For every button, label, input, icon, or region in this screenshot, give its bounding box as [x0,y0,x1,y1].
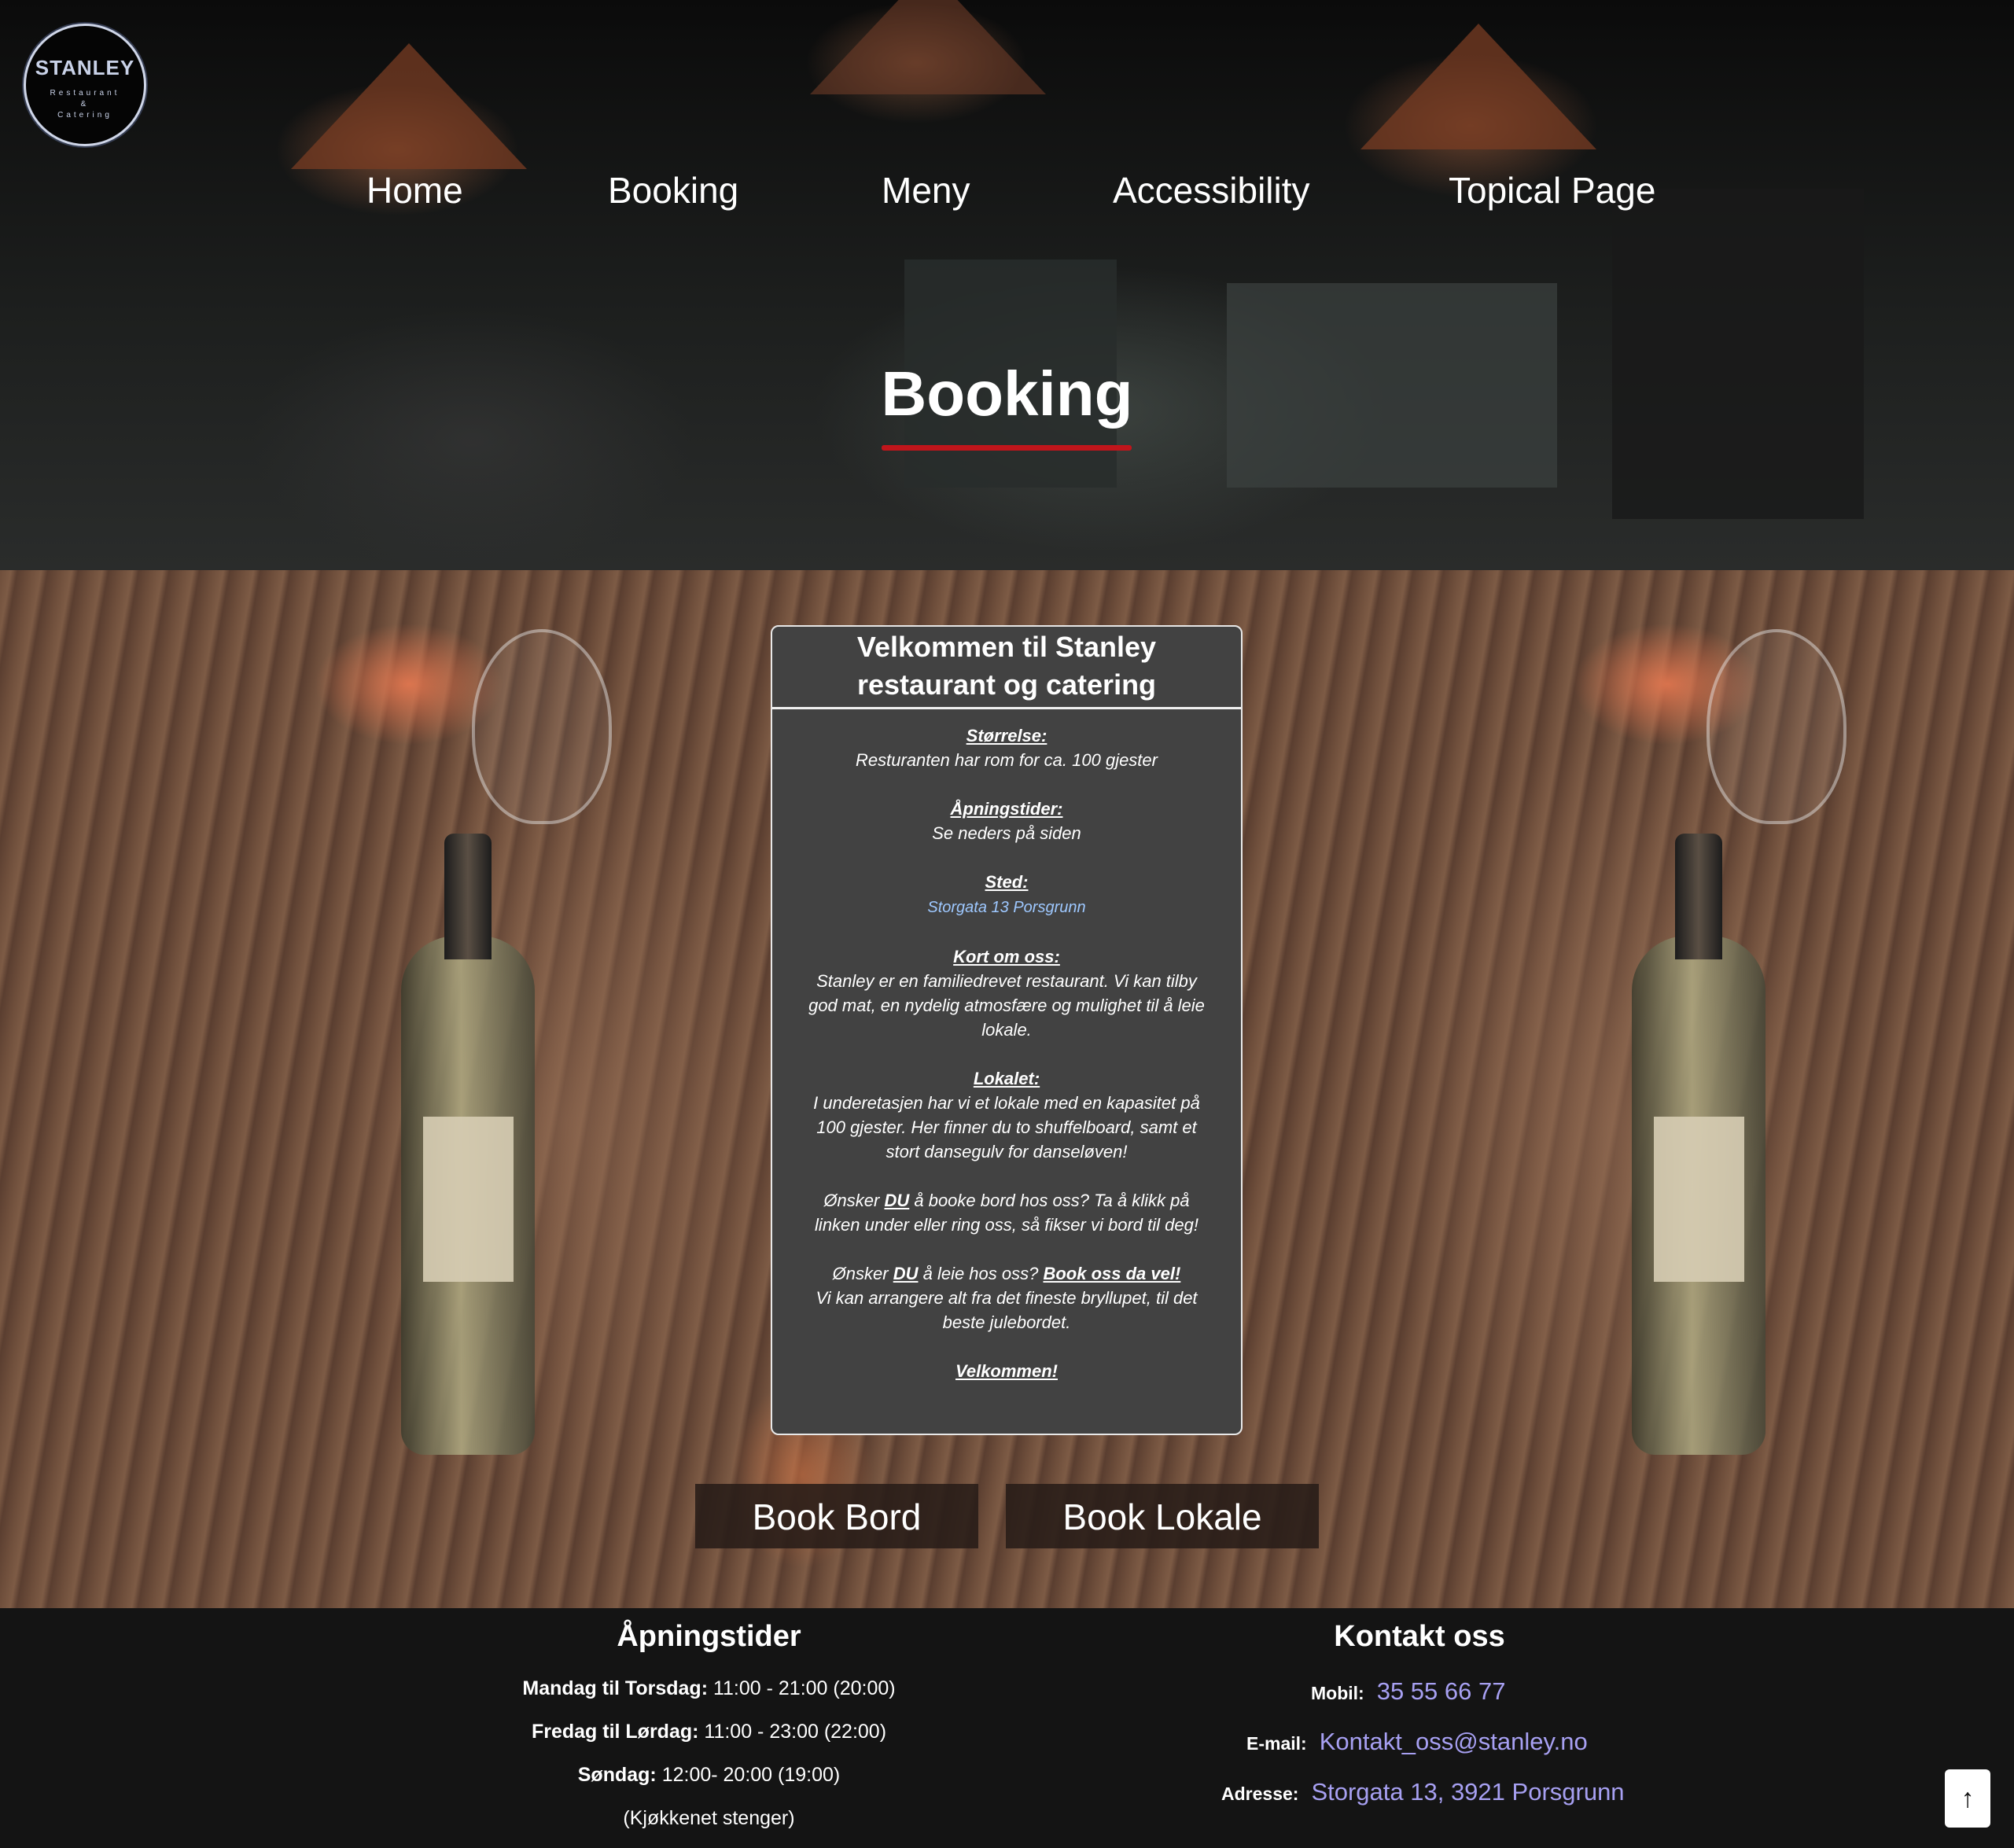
scroll-to-top-button[interactable]: ↑ [1945,1769,1990,1828]
book-us-link[interactable]: Book oss da vel! [1043,1264,1180,1283]
wine-bottle-decoration [401,834,535,1455]
email-label: E-mail: [1246,1733,1307,1754]
contact-title: Kontakt oss [1334,1620,1505,1653]
kitchen-rack-decoration [1612,189,1864,519]
hours-heading: Åpningstider: [950,799,1063,819]
venue-text: I underetasjen har vi et lokale med en k… [813,1093,1200,1161]
address-label: Adresse: [1221,1784,1299,1804]
opening-hours-title: Åpningstider [617,1620,801,1653]
footer: Åpningstider Mandag til Torsdag: 11:00 -… [0,1608,2014,1848]
main-nav: Home Booking Meny Accessibility Topical … [0,169,2014,224]
nav-accessibility[interactable]: Accessibility [1113,169,1310,212]
hours-row: Mandag til Torsdag: 11:00 - 21:00 (20:00… [440,1677,978,1700]
size-text: Resturanten har rom for ca. 100 gjester [856,750,1158,770]
hours-row: Søndag: 12:00- 20:00 (19:00) [440,1764,978,1787]
rent-pre: Ønsker [832,1264,893,1283]
bottle-neck [444,834,492,959]
hero-section: STANLEY Restaurant & Catering Home Booki… [0,0,2014,570]
contact-address-row: Adresse: Storgata 13, 3921 Porsgrunn [1221,1778,1625,1806]
hours-row: Fredag til Lørdag: 11:00 - 23:00 (22:00) [440,1721,978,1743]
stanley-logo[interactable]: STANLEY Restaurant & Catering [24,24,146,146]
welcome-info-card: Velkommen til Stanley restaurant og cate… [771,625,1243,1435]
rent-post: Vi kan arrangere alt fra det fineste bry… [816,1288,1198,1332]
book-venue-button[interactable]: Book Lokale [1006,1484,1319,1548]
du-emphasis: DU [884,1191,910,1210]
hours-day: Søndag: [577,1764,657,1786]
hours-day: Fredag til Lørdag: [531,1721,699,1743]
bottle-neck [1675,834,1722,959]
nav-topical-page[interactable]: Topical Page [1449,169,1655,212]
hours-time: 11:00 - 21:00 (20:00) [708,1677,896,1699]
welcome-text: Velkommen! [955,1361,1058,1381]
bottle-label [1654,1117,1744,1282]
card-body: Størrelse: Resturanten har rom for ca. 1… [772,709,1241,1383]
nav-booking[interactable]: Booking [608,169,738,212]
nav-meny[interactable]: Meny [882,169,970,212]
nav-home[interactable]: Home [366,169,463,212]
rent-mid: å leie hos oss? [918,1264,1044,1283]
hours-text: Se neders på siden [932,823,1081,843]
rent-text: Ønsker DU å leie hos oss? Book oss da ve… [833,1264,1181,1283]
logo-name: STANLEY [35,56,135,79]
hours-time: 11:00 - 23:00 (22:00) [698,1721,887,1743]
du-emphasis: DU [893,1264,919,1283]
lamp-decoration [291,43,527,169]
place-heading: Sted: [985,872,1029,892]
book-table-text: Ønsker DU å booke bord hos oss? Ta å kli… [815,1191,1198,1235]
contact-email-row: E-mail: Kontakt_oss@stanley.no [1246,1728,1588,1756]
mobile-link[interactable]: 35 55 66 77 [1377,1677,1506,1705]
email-link[interactable]: Kontakt_oss@stanley.no [1320,1728,1588,1755]
wine-bottle-decoration [1632,834,1765,1455]
venue-heading: Lokalet: [973,1069,1040,1088]
address-link[interactable]: Storgata 13, 3921 Porsgrunn [1311,1778,1624,1806]
wine-glass-decoration [1707,629,1846,824]
size-heading: Størrelse: [966,726,1048,745]
logo-line-catering: Catering [57,111,112,120]
hours-day: Mandag til Torsdag: [522,1677,709,1699]
mobile-label: Mobil: [1311,1683,1364,1703]
card-title: Velkommen til Stanley restaurant og cate… [772,627,1241,709]
logo-line-restaurant: Restaurant [50,89,120,98]
bottle-label [423,1117,514,1282]
page-title: Booking [881,359,1133,429]
wine-glass-decoration [472,629,612,824]
lamp-decoration [1360,24,1596,149]
hours-time: 12:00- 20:00 (19:00) [656,1764,841,1786]
place-link[interactable]: Storgata 13 Porsgrunn [927,899,1085,916]
kitchen-note: (Kjøkkenet stenger) [623,1807,795,1829]
logo-line-ampersand: & [80,100,90,109]
about-text: Stanley er en familiedrevet restaurant. … [808,971,1205,1040]
title-underline [882,445,1132,451]
contact-mobile-row: Mobil: 35 55 66 77 [1311,1677,1505,1706]
book-table-button[interactable]: Book Bord [695,1484,978,1548]
lamp-decoration [810,0,1046,94]
about-heading: Kort om oss: [953,947,1060,966]
book-table-pre: Ønsker [823,1191,885,1210]
